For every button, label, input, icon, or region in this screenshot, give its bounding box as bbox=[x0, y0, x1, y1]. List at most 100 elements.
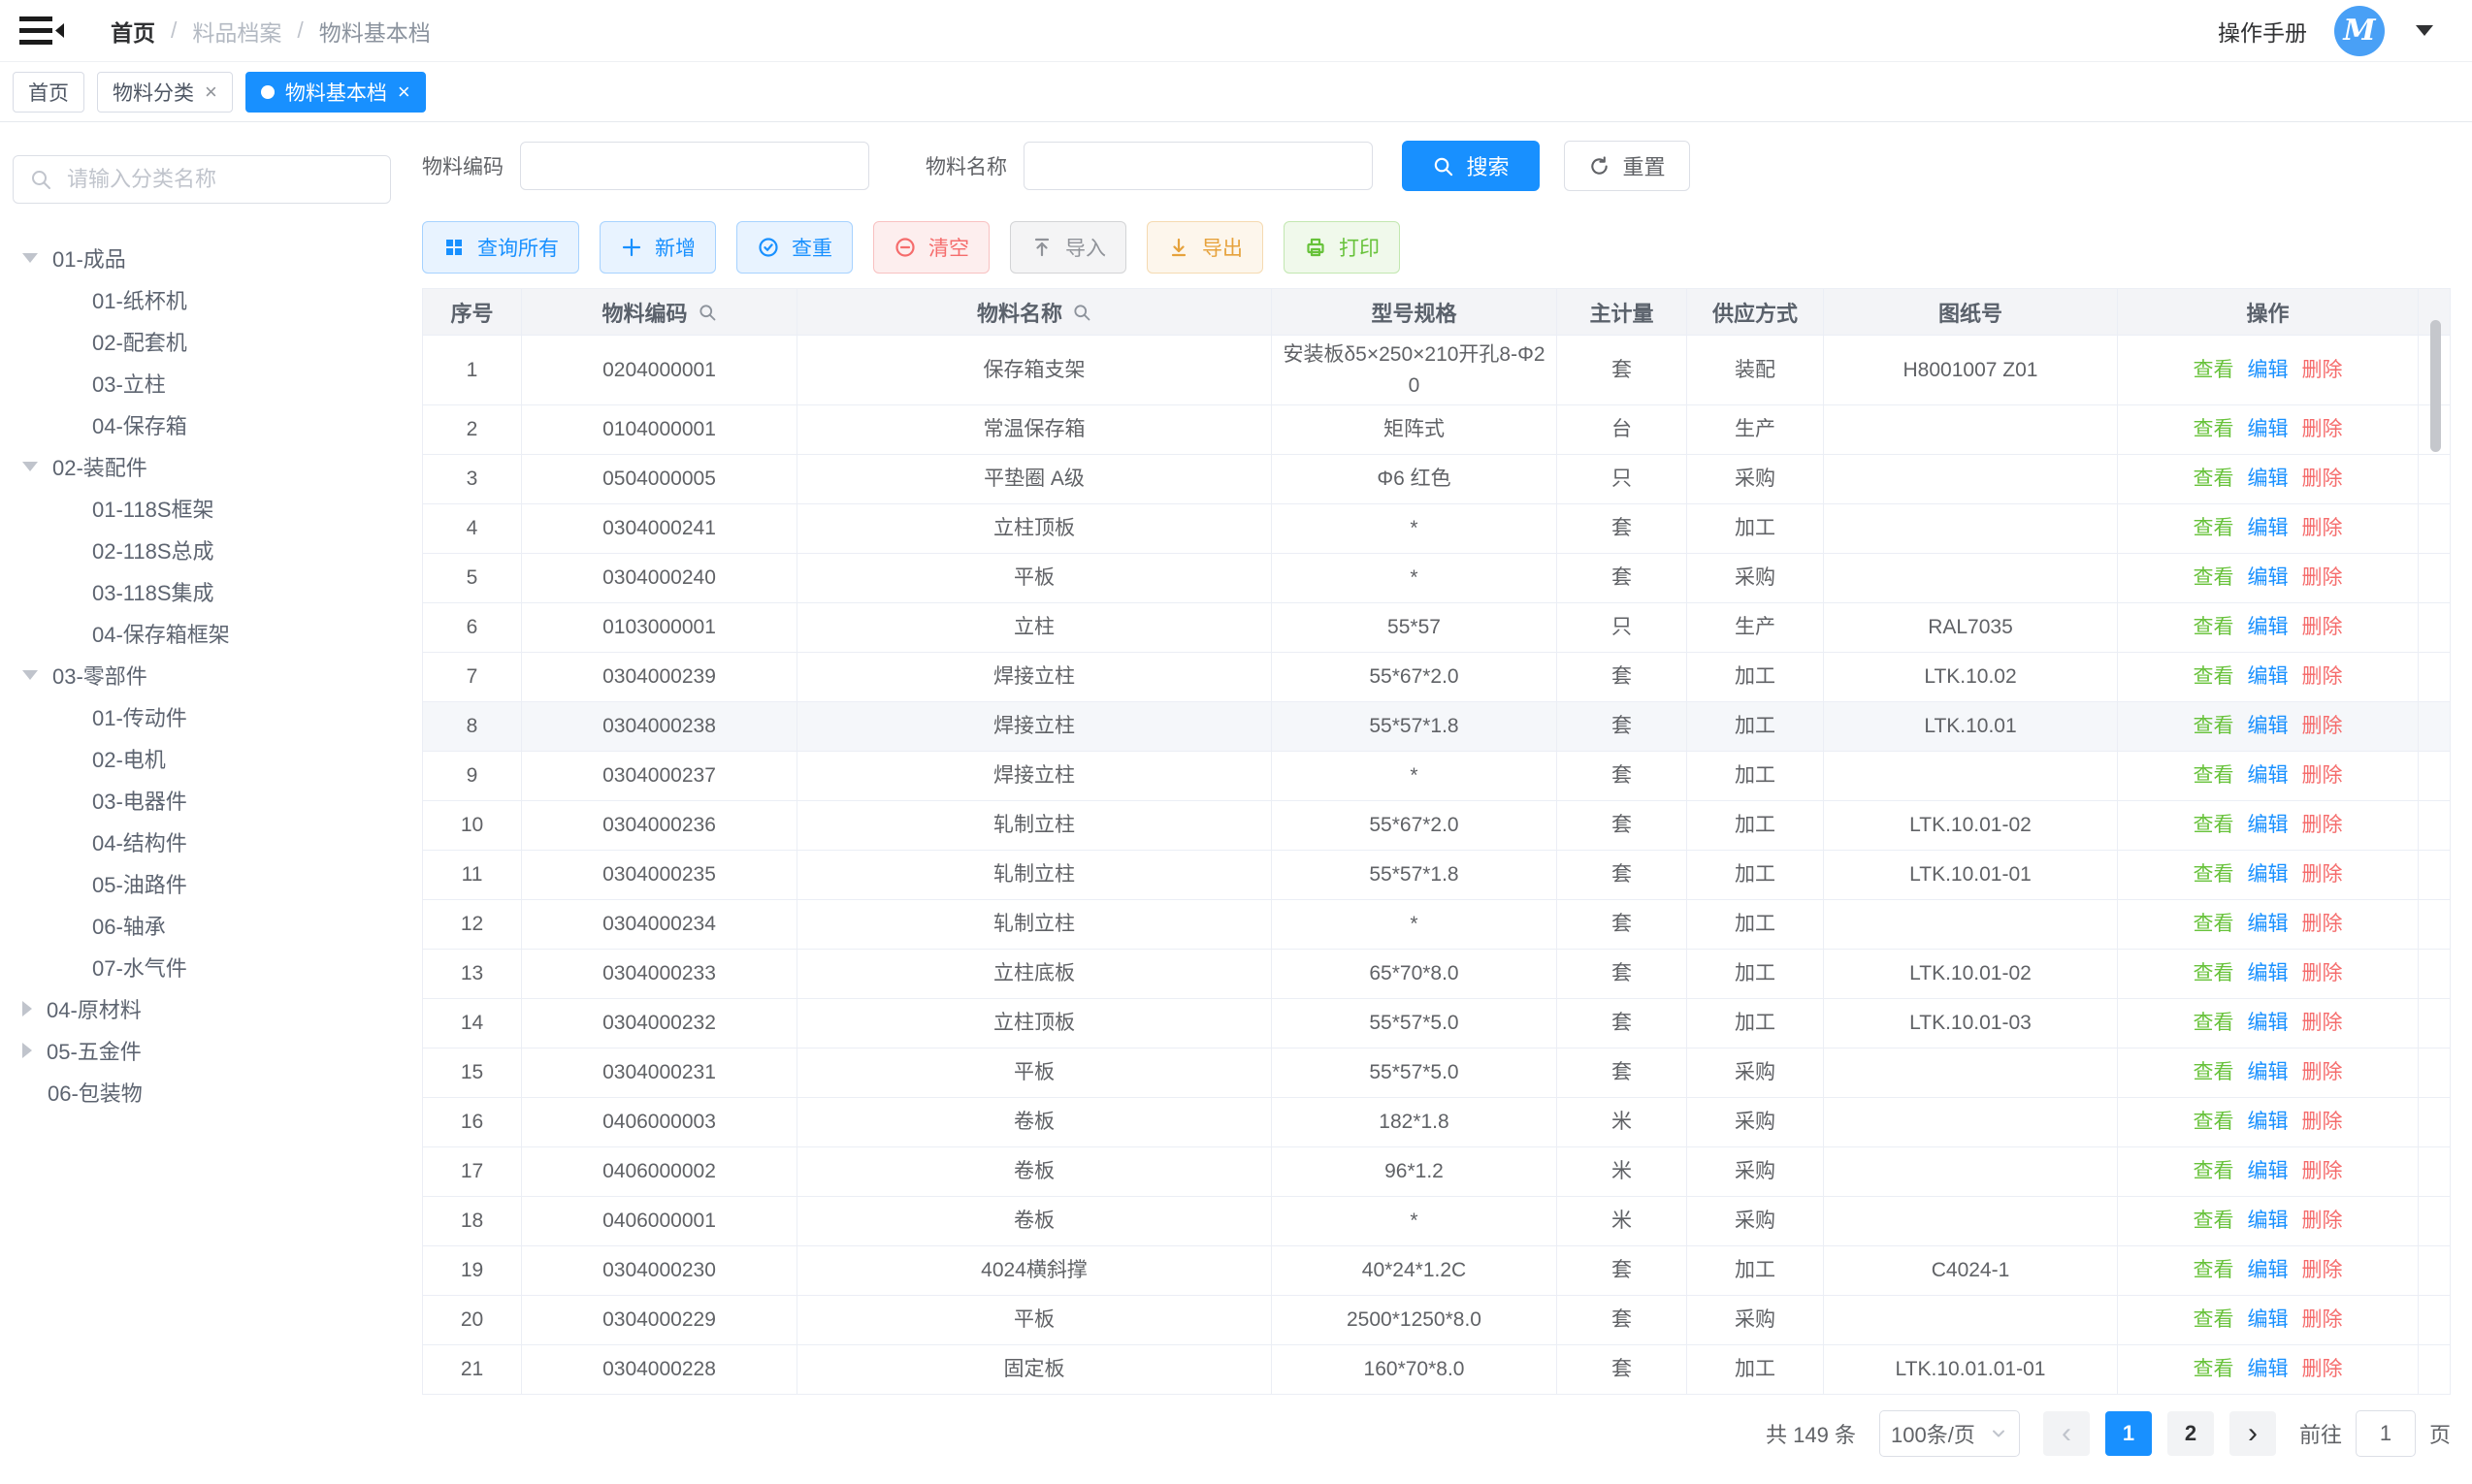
delete-link[interactable]: 删除 bbox=[2302, 665, 2343, 688]
delete-link[interactable]: 删除 bbox=[2302, 1210, 2343, 1232]
view-link[interactable]: 查看 bbox=[2194, 1259, 2234, 1281]
delete-link[interactable]: 删除 bbox=[2302, 418, 2343, 440]
edit-link[interactable]: 编辑 bbox=[2248, 616, 2289, 638]
view-link[interactable]: 查看 bbox=[2194, 1210, 2234, 1232]
tab-物料基本档[interactable]: 物料基本档× bbox=[245, 72, 426, 113]
view-link[interactable]: 查看 bbox=[2194, 1160, 2234, 1182]
material-name-input[interactable] bbox=[1024, 142, 1373, 190]
view-link[interactable]: 查看 bbox=[2194, 517, 2234, 539]
edit-link[interactable]: 编辑 bbox=[2248, 715, 2289, 737]
新增-button[interactable]: 新增 bbox=[600, 221, 716, 274]
view-link[interactable]: 查看 bbox=[2194, 468, 2234, 490]
tree-arrow-collapsed-icon[interactable] bbox=[22, 1001, 32, 1016]
导入-button[interactable]: 导入 bbox=[1010, 221, 1126, 274]
delete-link[interactable]: 删除 bbox=[2302, 616, 2343, 638]
close-icon[interactable]: × bbox=[205, 80, 217, 105]
tree-arrow-expanded-icon[interactable] bbox=[22, 253, 38, 263]
tree-node[interactable]: 05-五金件 bbox=[13, 1029, 407, 1071]
tree-node[interactable]: 03-118S集成 bbox=[13, 570, 407, 612]
delete-link[interactable]: 删除 bbox=[2302, 1259, 2343, 1281]
清空-button[interactable]: 清空 bbox=[873, 221, 990, 274]
导出-button[interactable]: 导出 bbox=[1147, 221, 1263, 274]
view-link[interactable]: 查看 bbox=[2194, 1061, 2234, 1083]
view-link[interactable]: 查看 bbox=[2194, 764, 2234, 787]
view-link[interactable]: 查看 bbox=[2194, 665, 2234, 688]
edit-link[interactable]: 编辑 bbox=[2248, 1358, 2289, 1380]
manual-link[interactable]: 操作手册 bbox=[2218, 15, 2307, 48]
edit-link[interactable]: 编辑 bbox=[2248, 517, 2289, 539]
edit-link[interactable]: 编辑 bbox=[2248, 418, 2289, 440]
查询所有-button[interactable]: 查询所有 bbox=[422, 221, 579, 274]
tree-node[interactable]: 05-油路件 bbox=[13, 862, 407, 904]
delete-link[interactable]: 删除 bbox=[2302, 359, 2343, 381]
edit-link[interactable]: 编辑 bbox=[2248, 359, 2289, 381]
view-link[interactable]: 查看 bbox=[2194, 863, 2234, 886]
view-link[interactable]: 查看 bbox=[2194, 913, 2234, 935]
view-link[interactable]: 查看 bbox=[2194, 418, 2234, 440]
view-link[interactable]: 查看 bbox=[2194, 814, 2234, 836]
edit-link[interactable]: 编辑 bbox=[2248, 1210, 2289, 1232]
delete-link[interactable]: 删除 bbox=[2302, 764, 2343, 787]
view-link[interactable]: 查看 bbox=[2194, 1308, 2234, 1331]
delete-link[interactable]: 删除 bbox=[2302, 913, 2343, 935]
tree-node[interactable]: 03-电器件 bbox=[13, 779, 407, 821]
tree-node[interactable]: 02-装配件 bbox=[13, 445, 407, 487]
delete-link[interactable]: 删除 bbox=[2302, 1012, 2343, 1034]
view-link[interactable]: 查看 bbox=[2194, 715, 2234, 737]
collapse-sidebar-icon[interactable] bbox=[19, 15, 64, 48]
tab-首页[interactable]: 首页 bbox=[13, 72, 84, 113]
edit-link[interactable]: 编辑 bbox=[2248, 764, 2289, 787]
tree-node[interactable]: 03-立柱 bbox=[13, 362, 407, 403]
tree-node[interactable]: 01-传动件 bbox=[13, 695, 407, 737]
prev-page-button[interactable]: ‹ bbox=[2043, 1411, 2090, 1456]
tree-arrow-expanded-icon[interactable] bbox=[22, 462, 38, 471]
view-link[interactable]: 查看 bbox=[2194, 962, 2234, 984]
edit-link[interactable]: 编辑 bbox=[2248, 1259, 2289, 1281]
edit-link[interactable]: 编辑 bbox=[2248, 665, 2289, 688]
tab-物料分类[interactable]: 物料分类× bbox=[97, 72, 233, 113]
tree-node[interactable]: 02-118S总成 bbox=[13, 529, 407, 570]
delete-link[interactable]: 删除 bbox=[2302, 468, 2343, 490]
breadcrumb-item[interactable]: 首页 bbox=[111, 15, 155, 48]
user-menu-caret-icon[interactable] bbox=[2416, 25, 2433, 36]
view-link[interactable]: 查看 bbox=[2194, 616, 2234, 638]
tree-node[interactable]: 04-结构件 bbox=[13, 821, 407, 862]
page-button-1[interactable]: 1 bbox=[2105, 1411, 2152, 1456]
delete-link[interactable]: 删除 bbox=[2302, 715, 2343, 737]
tree-node[interactable]: 04-保存箱 bbox=[13, 403, 407, 445]
delete-link[interactable]: 删除 bbox=[2302, 517, 2343, 539]
category-search-box[interactable] bbox=[13, 155, 391, 204]
edit-link[interactable]: 编辑 bbox=[2248, 566, 2289, 589]
reset-button[interactable]: 重置 bbox=[1564, 141, 1690, 191]
delete-link[interactable]: 删除 bbox=[2302, 1308, 2343, 1331]
delete-link[interactable]: 删除 bbox=[2302, 863, 2343, 886]
edit-link[interactable]: 编辑 bbox=[2248, 468, 2289, 490]
edit-link[interactable]: 编辑 bbox=[2248, 962, 2289, 984]
edit-link[interactable]: 编辑 bbox=[2248, 913, 2289, 935]
view-link[interactable]: 查看 bbox=[2194, 359, 2234, 381]
delete-link[interactable]: 删除 bbox=[2302, 962, 2343, 984]
tree-node[interactable]: 01-成品 bbox=[13, 237, 407, 278]
tree-node[interactable]: 01-118S框架 bbox=[13, 487, 407, 529]
tree-arrow-expanded-icon[interactable] bbox=[22, 670, 38, 680]
delete-link[interactable]: 删除 bbox=[2302, 1358, 2343, 1380]
table-scrollbar-thumb[interactable] bbox=[2430, 320, 2441, 452]
delete-link[interactable]: 删除 bbox=[2302, 1061, 2343, 1083]
delete-link[interactable]: 删除 bbox=[2302, 566, 2343, 589]
next-page-button[interactable]: › bbox=[2229, 1411, 2276, 1456]
edit-link[interactable]: 编辑 bbox=[2248, 1160, 2289, 1182]
edit-link[interactable]: 编辑 bbox=[2248, 1061, 2289, 1083]
delete-link[interactable]: 删除 bbox=[2302, 1160, 2343, 1182]
view-link[interactable]: 查看 bbox=[2194, 566, 2234, 589]
edit-link[interactable]: 编辑 bbox=[2248, 814, 2289, 836]
goto-page-input[interactable] bbox=[2356, 1410, 2416, 1457]
material-code-input[interactable] bbox=[520, 142, 869, 190]
tree-node[interactable]: 04-保存箱框架 bbox=[13, 612, 407, 654]
edit-link[interactable]: 编辑 bbox=[2248, 863, 2289, 886]
tree-node[interactable]: 01-纸杯机 bbox=[13, 278, 407, 320]
查重-button[interactable]: 查重 bbox=[736, 221, 853, 274]
edit-link[interactable]: 编辑 bbox=[2248, 1308, 2289, 1331]
tree-node[interactable]: 06-包装物 bbox=[13, 1071, 407, 1113]
view-link[interactable]: 查看 bbox=[2194, 1358, 2234, 1380]
tree-node[interactable]: 03-零部件 bbox=[13, 654, 407, 695]
